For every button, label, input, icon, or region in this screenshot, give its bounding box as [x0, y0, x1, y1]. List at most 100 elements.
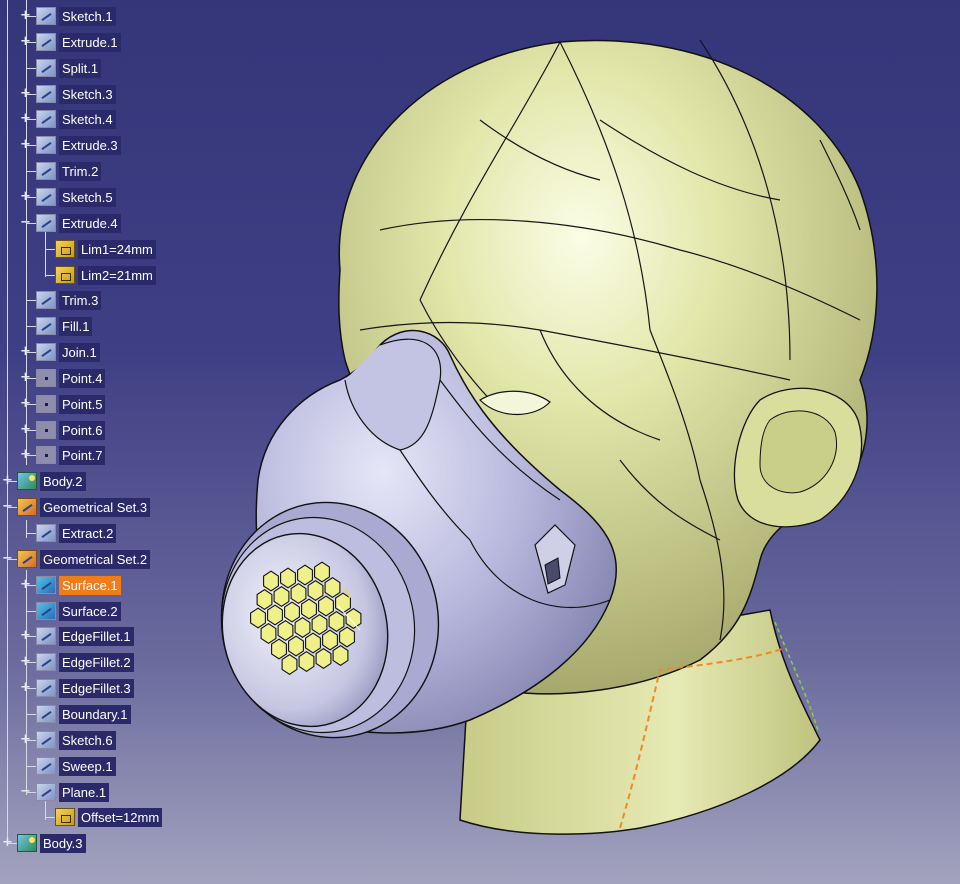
- tree-node-sketch-4[interactable]: Sketch.4: [36, 109, 116, 129]
- tree-node-sketch-3[interactable]: Sketch.3: [36, 84, 116, 104]
- point-icon: [36, 421, 56, 439]
- tree-node-label: Body.2: [40, 471, 86, 491]
- tree-connector-line: [26, 611, 36, 612]
- expand-toggle[interactable]: +: [20, 397, 31, 410]
- join-icon: [36, 343, 56, 361]
- tree-node-trim-3[interactable]: Trim.3: [36, 290, 102, 310]
- tree-node-extract-2[interactable]: Extract.2: [36, 523, 117, 543]
- filter-hex-hole: [318, 595, 334, 617]
- collapse-toggle[interactable]: −: [20, 216, 31, 229]
- tree-node-label: Offset=12mm: [78, 807, 163, 827]
- tree-node-label: Surface.2: [59, 601, 121, 621]
- tree-node-surface-1[interactable]: Surface.1: [36, 575, 121, 595]
- tree-node-sweep-1[interactable]: Sweep.1: [36, 756, 116, 776]
- expand-toggle[interactable]: +: [20, 733, 31, 746]
- tree-node-label: Sketch.4: [59, 109, 116, 129]
- tree-node-label: Lim1=24mm: [78, 239, 156, 259]
- filter-hex-hole: [250, 607, 266, 629]
- tree-node-surface-2[interactable]: Surface.2: [36, 601, 121, 621]
- tree-node-edgefillet-3[interactable]: EdgeFillet.3: [36, 678, 134, 698]
- tree-node-body-2[interactable]: Body.2: [17, 471, 86, 491]
- trim-icon: [36, 291, 56, 309]
- tree-node-plane-1[interactable]: Plane.1: [36, 782, 110, 802]
- tree-node-split-1[interactable]: Split.1: [36, 58, 102, 78]
- expand-toggle[interactable]: +: [20, 578, 31, 591]
- tree-node-geometrical-set-3[interactable]: Geometrical Set.3: [17, 497, 151, 517]
- tree-node-sketch-5[interactable]: Sketch.5: [36, 187, 116, 207]
- expand-toggle[interactable]: +: [2, 474, 13, 487]
- tree-node-lim2-21mm[interactable]: Lim2=21mm: [55, 265, 156, 285]
- expand-toggle[interactable]: +: [20, 371, 31, 384]
- tree-node-label: Point.5: [59, 394, 106, 414]
- tree-connector-line: [45, 249, 55, 250]
- tree-node-extrude-3[interactable]: Extrude.3: [36, 135, 121, 155]
- plane-icon: [36, 783, 56, 801]
- expand-toggle[interactable]: +: [20, 655, 31, 668]
- body-icon: [17, 834, 37, 852]
- tree-connector-line: [45, 232, 46, 277]
- expand-toggle[interactable]: +: [20, 9, 31, 22]
- tree-node-label: Fill.1: [59, 316, 93, 336]
- tree-node-edgefillet-2[interactable]: EdgeFillet.2: [36, 652, 134, 672]
- collapse-toggle[interactable]: −: [2, 552, 13, 565]
- expand-toggle[interactable]: +: [20, 448, 31, 461]
- tree-node-label: Body.3: [40, 833, 86, 853]
- filter-hex-hole: [298, 651, 315, 672]
- tree-connector-line: [26, 171, 36, 172]
- tree-node-point-7[interactable]: Point.7: [36, 445, 106, 465]
- expand-toggle[interactable]: +: [20, 112, 31, 125]
- expand-toggle[interactable]: +: [2, 836, 13, 849]
- expand-toggle[interactable]: +: [20, 87, 31, 100]
- filter-hex-hole: [294, 617, 311, 638]
- tree-node-join-1[interactable]: Join.1: [36, 342, 100, 362]
- edge-fillet-icon: [36, 679, 56, 697]
- tree-connector-line: [26, 533, 36, 534]
- expand-toggle[interactable]: +: [20, 345, 31, 358]
- expand-toggle[interactable]: +: [20, 629, 31, 642]
- collapse-toggle[interactable]: −: [2, 500, 13, 513]
- tree-node-label: Geometrical Set.3: [40, 497, 151, 517]
- tree-node-label: Geometrical Set.2: [40, 549, 151, 569]
- tree-node-sketch-1[interactable]: Sketch.1: [36, 6, 116, 26]
- surface-icon: [36, 602, 56, 620]
- tree-node-lim1-24mm[interactable]: Lim1=24mm: [55, 239, 156, 259]
- sketch-icon: [36, 731, 56, 749]
- tree-node-body-3[interactable]: Body.3: [17, 833, 86, 853]
- edge-fillet-icon: [36, 627, 56, 645]
- expand-toggle[interactable]: +: [20, 138, 31, 151]
- tree-node-extrude-1[interactable]: Extrude.1: [36, 32, 121, 52]
- filter-hex-hole: [328, 611, 345, 632]
- tree-connector-line: [7, 0, 8, 845]
- expand-toggle[interactable]: +: [20, 35, 31, 48]
- filter-hex-hole: [339, 626, 355, 648]
- tree-node-boundary-1[interactable]: Boundary.1: [36, 704, 131, 724]
- sketch-icon: [36, 110, 56, 128]
- tree-node-edgefillet-1[interactable]: EdgeFillet.1: [36, 626, 134, 646]
- tree-node-label: Trim.3: [59, 290, 102, 310]
- tree-node-fill-1[interactable]: Fill.1: [36, 316, 93, 336]
- filter-hex-hole: [332, 645, 349, 666]
- tree-node-label: EdgeFillet.3: [59, 678, 134, 698]
- tree-node-point-4[interactable]: Point.4: [36, 368, 106, 388]
- filter-hex-hole: [260, 623, 277, 644]
- filter-hex-hole: [305, 632, 321, 654]
- expand-toggle[interactable]: +: [20, 190, 31, 203]
- tree-node-trim-2[interactable]: Trim.2: [36, 161, 102, 181]
- expand-toggle[interactable]: +: [20, 423, 31, 436]
- tree-node-offset-12mm[interactable]: Offset=12mm: [55, 807, 163, 827]
- expand-toggle[interactable]: +: [20, 681, 31, 694]
- tree-node-label: EdgeFillet.2: [59, 652, 134, 672]
- tree-node-sketch-6[interactable]: Sketch.6: [36, 730, 116, 750]
- tree-node-point-5[interactable]: Point.5: [36, 394, 106, 414]
- tree-connector-line: [45, 817, 55, 818]
- tree-node-geometrical-set-2[interactable]: Geometrical Set.2: [17, 549, 151, 569]
- filter-hex-hole: [280, 567, 296, 589]
- tree-node-point-6[interactable]: Point.6: [36, 420, 106, 440]
- filter-hex-hole: [335, 592, 351, 614]
- collapse-toggle[interactable]: −: [20, 785, 31, 798]
- tree-node-extrude-4[interactable]: Extrude.4: [36, 213, 121, 233]
- filter-hex-hole: [290, 583, 307, 604]
- head-ear: [733, 387, 863, 528]
- specification-tree[interactable]: + Sketch.1 + Extrude.1 Split.1 + Sketch.3 + Sket…: [0, 0, 200, 884]
- filter-hex-hole: [271, 638, 287, 660]
